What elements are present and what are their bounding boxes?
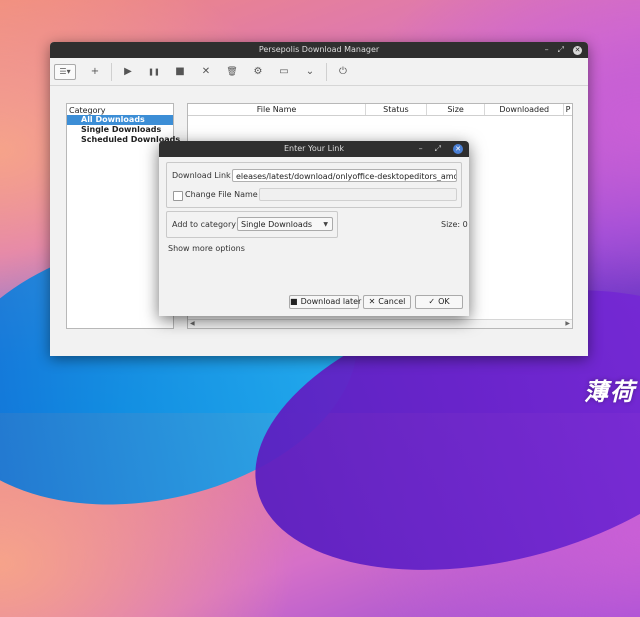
main-toolbar: ☰▾ + ▶ ❚❚ ■ ✕ 🗑 ⚙ ▭ ⌄ ⏻ — [50, 58, 588, 86]
enter-link-dialog: Enter Your Link – ⤢ ✕ Download Link : el… — [159, 141, 469, 316]
dialog-minimize-icon[interactable]: – — [419, 141, 423, 157]
scroll-left-icon[interactable]: ◀ — [190, 320, 195, 327]
change-file-name-checkbox[interactable] — [173, 191, 183, 201]
column-downloaded[interactable]: Downloaded — [485, 104, 565, 115]
remove-icon[interactable]: ✕ — [193, 62, 219, 82]
category-header: Category — [69, 106, 106, 115]
watermark-logo: 薄荷 — [584, 378, 636, 406]
toolbar-separator — [111, 62, 112, 81]
trash-icon[interactable]: 🗑 — [219, 62, 245, 82]
add-link-icon[interactable]: + — [82, 62, 108, 82]
pause-icon[interactable]: ❚❚ — [141, 62, 167, 82]
maximize-icon[interactable]: ⤢ — [558, 42, 564, 58]
stop-square-icon: ■ — [290, 297, 298, 306]
resume-icon[interactable]: ▶ — [115, 62, 141, 82]
category-tree: Category All Downloads Single Downloads … — [66, 103, 180, 329]
sidebar-item-scheduled-downloads[interactable]: Scheduled Downloads — [67, 135, 180, 145]
category-select-value: Single Downloads — [241, 220, 313, 229]
ok-button[interactable]: ✓ OK — [415, 295, 463, 309]
window-icon[interactable]: ▭ — [271, 62, 297, 82]
minimize-to-tray-icon[interactable]: ⌄ — [297, 62, 323, 82]
scroll-right-icon[interactable]: ▶ — [565, 320, 570, 327]
close-icon: ✕ — [368, 297, 376, 306]
gear-icon[interactable]: ⚙ — [245, 62, 271, 82]
file-name-input[interactable] — [259, 188, 457, 201]
main-window-title: Persepolis Download Manager — [258, 45, 380, 54]
column-size[interactable]: Size — [427, 104, 486, 115]
menu-icon[interactable]: ☰▾ — [54, 63, 76, 80]
sidebar-item-all-downloads[interactable]: All Downloads — [67, 115, 173, 125]
close-icon[interactable]: ✕ — [573, 45, 582, 55]
dialog-titlebar[interactable]: Enter Your Link – ⤢ ✕ — [159, 141, 469, 157]
table-header: File Name Status Size Downloaded P — [188, 104, 572, 116]
sidebar-item-single-downloads[interactable]: Single Downloads — [67, 125, 173, 135]
show-more-options-toggle[interactable]: Show more options — [168, 244, 245, 253]
main-titlebar[interactable]: Persepolis Download Manager – ⤢ ✕ — [50, 42, 588, 58]
download-later-button[interactable]: ■ Download later — [289, 295, 361, 309]
horizontal-scrollbar[interactable]: ◀ ▶ — [188, 319, 572, 328]
download-link-input[interactable]: eleases/latest/download/onlyoffice-deskt… — [232, 169, 457, 182]
add-to-category-label: Add to category : — [172, 220, 242, 229]
category-group: Add to category : Single Downloads ▼ — [166, 211, 338, 238]
change-file-name-label: Change File Name : — [185, 190, 263, 199]
stop-icon[interactable]: ■ — [167, 62, 193, 82]
column-file-name[interactable]: File Name — [188, 104, 367, 115]
power-icon[interactable]: ⏻ — [330, 62, 356, 82]
toolbar-separator — [326, 62, 327, 81]
cancel-button[interactable]: ✕ Cancel — [363, 295, 411, 309]
dialog-close-icon[interactable]: ✕ — [453, 144, 463, 154]
chevron-down-icon: ▼ — [323, 221, 328, 228]
download-link-label: Download Link : — [172, 171, 236, 180]
dialog-title: Enter Your Link — [283, 144, 345, 153]
link-group: Download Link : eleases/latest/download/… — [166, 162, 462, 208]
category-select[interactable]: Single Downloads ▼ — [237, 217, 333, 231]
size-label: Size: 0 — [441, 220, 468, 229]
column-progress[interactable]: P — [564, 104, 572, 115]
column-status[interactable]: Status — [366, 104, 427, 115]
minimize-icon[interactable]: – — [545, 42, 549, 58]
dialog-maximize-icon[interactable]: ⤢ — [435, 141, 441, 157]
checkmark-icon: ✓ — [428, 297, 436, 306]
